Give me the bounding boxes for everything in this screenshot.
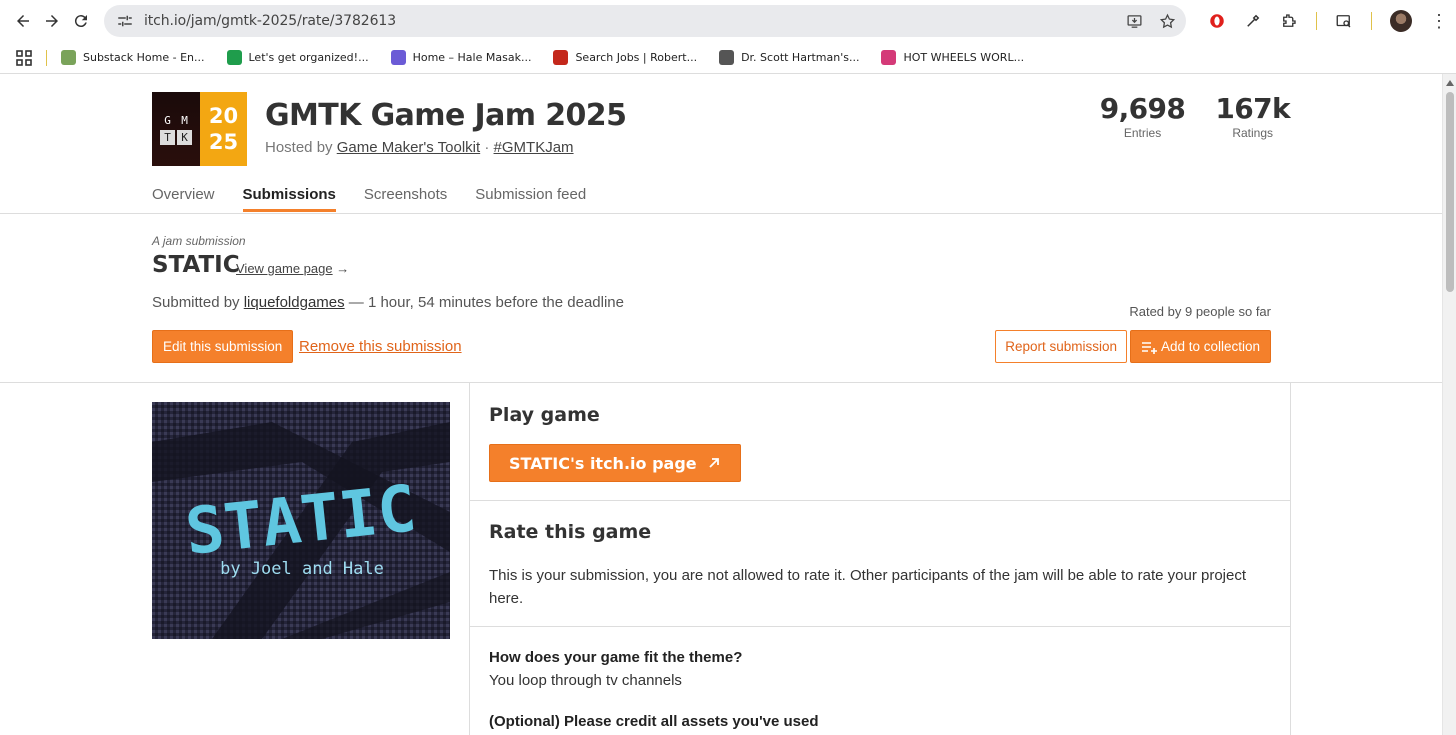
bookmark-item[interactable]: Home – Hale Masak... bbox=[390, 50, 531, 65]
logo-letter: M bbox=[181, 114, 188, 127]
entries-count: 9,698 bbox=[1099, 92, 1186, 125]
page-scrollbar[interactable] bbox=[1442, 74, 1456, 735]
logo-letter: T bbox=[160, 130, 175, 145]
reload-icon bbox=[75, 15, 88, 28]
jam-title[interactable]: GMTK Game Jam 2025 bbox=[265, 98, 627, 133]
game-title: STATIC bbox=[152, 252, 240, 278]
bookmark-favicon bbox=[61, 50, 76, 65]
jam-logo-letters: G M T K bbox=[152, 92, 200, 166]
toolbar-separator bbox=[1315, 12, 1317, 30]
submission-header: A jam submission STATIC View game page →… bbox=[0, 214, 1456, 383]
bookmark-item[interactable]: Substack Home - En... bbox=[61, 50, 205, 65]
bookmark-favicon bbox=[226, 50, 242, 65]
bookmark-item[interactable]: HOT WHEELS WORL... bbox=[881, 50, 1024, 65]
entries-label: Entries bbox=[1123, 126, 1162, 140]
profile-avatar[interactable] bbox=[1389, 10, 1412, 32]
remove-submission-link[interactable]: Remove this submission bbox=[299, 338, 462, 355]
bookmark-favicon bbox=[390, 50, 406, 65]
jam-header: G M T K 20 25 GMTK Game Jam 2025 Hosted … bbox=[0, 74, 1456, 214]
arrow-right-icon: → bbox=[336, 261, 350, 276]
bookmark-item[interactable]: Dr. Scott Hartman's... bbox=[719, 50, 859, 65]
cover-byline: by Joel and Hale bbox=[220, 559, 384, 579]
address-bar[interactable]: itch.io/jam/gmtk-2025/rate/3782613 bbox=[103, 5, 1186, 37]
logo-year-top: 20 bbox=[208, 104, 239, 128]
scrollbar-thumb[interactable] bbox=[1446, 92, 1454, 292]
edit-submission-button[interactable]: Edit this submission bbox=[152, 330, 294, 363]
cover-art: STATIC by Joel and Hale bbox=[152, 402, 450, 639]
jam-logo[interactable]: G M T K 20 25 bbox=[152, 92, 247, 166]
url-text: itch.io/jam/gmtk-2025/rate/3782613 bbox=[143, 13, 397, 29]
reload-button[interactable] bbox=[67, 3, 96, 39]
bookmark-favicon bbox=[553, 50, 569, 65]
logo-year-bottom: 25 bbox=[208, 130, 239, 154]
tab-overview[interactable]: Overview bbox=[152, 186, 215, 212]
tab-submission-feed[interactable]: Submission feed bbox=[475, 186, 586, 212]
entries-stat[interactable]: 9,698 Entries bbox=[1100, 92, 1186, 140]
install-app-icon[interactable] bbox=[1126, 13, 1143, 30]
toolbar-separator bbox=[1370, 12, 1372, 30]
ratings-count: 167k bbox=[1215, 92, 1290, 125]
jam-logo-year: 20 25 bbox=[200, 92, 247, 166]
bookmarks-divider bbox=[46, 49, 47, 66]
rate-game-heading: Rate this game bbox=[489, 521, 652, 543]
play-game-heading: Play game bbox=[489, 404, 600, 426]
bookmark-favicon bbox=[881, 50, 897, 65]
tab-submissions[interactable]: Submissions bbox=[242, 186, 336, 212]
answer-theme: You loop through tv channels bbox=[489, 672, 682, 689]
jam-stats: 9,698 Entries 167k Ratings bbox=[1100, 92, 1291, 140]
search-tab-icon[interactable] bbox=[1335, 12, 1353, 30]
ratings-stat: 167k Ratings bbox=[1215, 92, 1290, 140]
bookmark-item[interactable]: Search Jobs | Robert... bbox=[553, 50, 697, 65]
back-button[interactable] bbox=[8, 3, 37, 39]
playlist-add-icon bbox=[1141, 341, 1157, 354]
submission-kicker: A jam submission bbox=[152, 234, 246, 248]
add-to-collection-button[interactable]: Add to collection bbox=[1129, 330, 1271, 363]
apps-grid-icon[interactable] bbox=[16, 49, 32, 66]
page-content: G M T K 20 25 GMTK Game Jam 2025 Hosted … bbox=[0, 74, 1456, 735]
rated-count: Rated by 9 people so far bbox=[1129, 304, 1271, 319]
rate-notice: This is your submission, you are not all… bbox=[489, 567, 1247, 607]
submission-content: STATIC by Joel and Hale Play game STATIC… bbox=[0, 383, 1456, 735]
play-game-section: Play game STATIC's itch.io page bbox=[470, 383, 1290, 501]
eyedropper-extension-icon[interactable] bbox=[1244, 12, 1262, 30]
bookmark-favicon bbox=[719, 50, 735, 65]
opera-extension-icon[interactable] bbox=[1208, 12, 1226, 30]
forward-button[interactable] bbox=[37, 3, 66, 39]
question-assets: (Optional) Please credit all assets you'… bbox=[489, 713, 819, 730]
tab-screenshots[interactable]: Screenshots bbox=[364, 186, 447, 212]
extensions-puzzle-icon[interactable] bbox=[1280, 12, 1298, 30]
logo-letter: G bbox=[164, 114, 171, 127]
question-theme: How does your game fit the theme? bbox=[489, 649, 743, 666]
submission-panel: Play game STATIC's itch.io page Rate thi… bbox=[469, 383, 1291, 735]
scroll-up-icon[interactable] bbox=[1446, 80, 1454, 86]
ratings-label: Ratings bbox=[1232, 126, 1273, 140]
questions-section: How does your game fit the theme? You lo… bbox=[470, 627, 1290, 735]
menu-kebab-icon[interactable]: ⋮ bbox=[1430, 11, 1448, 32]
submitted-by: Submitted by liquefoldgames — 1 hour, 54… bbox=[152, 294, 624, 311]
bookmark-star-icon[interactable] bbox=[1159, 13, 1176, 30]
jam-tabs: Overview Submissions Screenshots Submiss… bbox=[152, 186, 586, 212]
hashtag-link[interactable]: #GMTKJam bbox=[494, 139, 574, 156]
report-submission-button[interactable]: Report submission bbox=[995, 330, 1127, 363]
external-link-icon bbox=[708, 458, 719, 468]
logo-letter: K bbox=[177, 130, 192, 145]
bookmark-item[interactable]: Let's get organized!... bbox=[226, 50, 369, 65]
arrow-left-icon bbox=[16, 15, 29, 27]
site-info-icon[interactable] bbox=[116, 12, 134, 30]
game-cover-image[interactable]: STATIC by Joel and Hale bbox=[152, 402, 450, 639]
view-game-page-link[interactable]: View game page → bbox=[236, 261, 349, 276]
browser-toolbar: itch.io/jam/gmtk-2025/rate/3782613 ⋮ bbox=[0, 0, 1456, 42]
hosted-by: Hosted by Game Maker's Toolkit · #GMTKJa… bbox=[265, 139, 574, 156]
arrow-right-icon bbox=[45, 15, 58, 27]
play-game-button[interactable]: STATIC's itch.io page bbox=[489, 444, 741, 482]
submitter-link[interactable]: liquefoldgames bbox=[244, 294, 345, 311]
bookmarks-bar: Substack Home - En... Let's get organize… bbox=[0, 42, 1456, 74]
rate-game-section: Rate this game This is your submission, … bbox=[470, 501, 1290, 627]
host-link[interactable]: Game Maker's Toolkit bbox=[337, 139, 480, 156]
